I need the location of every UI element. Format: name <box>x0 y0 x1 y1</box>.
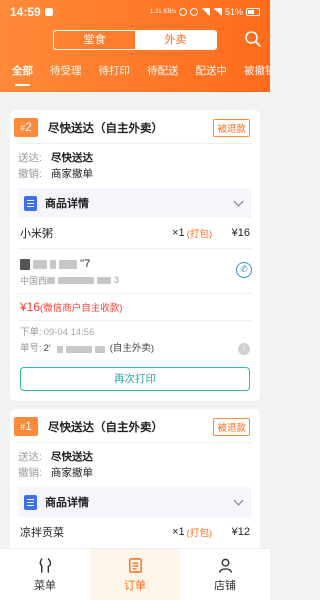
order-item: 凉拌贡菜 ×1 (打包) ¥12 <box>10 517 260 547</box>
tab-pending-delivery[interactable]: 待配送 <box>147 56 179 92</box>
document-icon <box>24 195 37 211</box>
redacted-block <box>56 345 63 353</box>
info-icon[interactable]: i <box>238 343 250 355</box>
customer-name-fragment: ''7 <box>80 258 91 270</box>
item-pack: (打包) <box>186 528 212 539</box>
redacted-block <box>50 259 56 269</box>
order-icon <box>128 557 142 573</box>
segment-dine-in[interactable]: 堂食 <box>54 31 135 49</box>
order-status-tabs: 全部 待受理 待打印 待配送 配送中 被撤销 <box>0 56 270 92</box>
alarm-icon <box>178 8 187 16</box>
product-details-title: 商品详情 <box>45 497 89 509</box>
order-list[interactable]: #2 尽快送达（自主外卖） 被退款 送达: 尽快送达 撤销: 商家撤单 商品详情 小… <box>0 92 270 548</box>
reprint-button[interactable]: 再次打印 <box>20 367 250 391</box>
redacted-block <box>94 345 105 353</box>
chevron-down-icon[interactable] <box>233 196 244 206</box>
item-name: 小米粥 <box>20 228 53 240</box>
order-card: #1 尽快送达（自主外卖） 被退款 送达: 尽快送达 撤销: 商家撤单 商品详情 凉… <box>10 409 260 548</box>
order-item: 小米粥 ×1 (打包) ¥16 <box>10 218 260 248</box>
nav-menu-label: 菜单 <box>34 579 56 592</box>
payment-info: ¥16(微信商户自主收款) <box>10 294 260 320</box>
tab-delivering[interactable]: 配送中 <box>196 56 228 92</box>
deliver-value: 尽快送达 <box>51 451 93 463</box>
nav-orders-label: 订单 <box>124 579 146 592</box>
deliver-label: 送达: <box>18 152 42 164</box>
redacted-block <box>65 345 92 353</box>
order-source: (自主外卖) <box>109 343 155 354</box>
battery-icon <box>246 8 260 16</box>
tab-pending-accept[interactable]: 待受理 <box>50 56 82 92</box>
item-pack: (打包) <box>186 229 212 240</box>
pay-amount: ¥16 <box>20 300 41 314</box>
notification-icon <box>44 8 53 16</box>
order-time: 09-04 14:56 <box>43 327 95 338</box>
cancel-value: 商家撤单 <box>51 467 93 479</box>
customer-info: ''7 中国西 3 ✆ <box>10 249 260 293</box>
tab-cancelled[interactable]: 被撤销 <box>244 56 270 92</box>
order-number-badge: #1 <box>14 417 38 436</box>
redacted-block <box>33 259 47 269</box>
nav-store-label: 店铺 <box>214 579 236 592</box>
nav-store[interactable]: 店铺 <box>180 549 270 600</box>
product-details-title: 商品详情 <box>45 198 89 210</box>
signal-icon <box>212 8 222 16</box>
order-card: #2 尽快送达（自主外卖） 被退款 送达: 尽快送达 撤销: 商家撤单 商品详情 小… <box>10 110 260 401</box>
tab-all[interactable]: 全部 <box>12 56 33 92</box>
redacted-block <box>20 258 30 270</box>
battery-percent: 51% <box>224 7 243 17</box>
order-title: 尽快送达（自主外卖） <box>48 122 163 135</box>
nav-orders[interactable]: 订单 <box>90 549 180 600</box>
bluetooth-icon <box>189 8 198 16</box>
document-icon <box>24 494 37 510</box>
item-qty: ×1 <box>172 227 185 239</box>
network-speed: 1.21 KB/s <box>149 9 176 15</box>
redacted-block <box>97 276 112 284</box>
search-icon[interactable] <box>244 30 262 48</box>
redacted-block <box>59 259 77 269</box>
deliver-value: 尽快送达 <box>51 152 93 164</box>
pay-note: (微信商户自主收款) <box>40 303 123 314</box>
product-details-toggle[interactable]: 商品详情 <box>18 487 252 517</box>
order-title: 尽快送达（自主外卖） <box>48 421 163 434</box>
order-no-prefix: 2' <box>43 343 51 354</box>
cancel-label: 撤销: <box>18 168 42 180</box>
cancel-label: 撤销: <box>18 467 42 479</box>
order-time-label: 下单: <box>20 327 42 338</box>
redacted-block <box>58 276 95 284</box>
item-price: ¥16 <box>231 227 250 239</box>
phone-icon[interactable]: ✆ <box>236 262 252 278</box>
cancel-value: 商家撤单 <box>51 168 93 180</box>
item-name: 凉拌贡菜 <box>20 527 64 539</box>
refunded-badge: 被退款 <box>213 118 250 137</box>
segment-delivery[interactable]: 外卖 <box>135 31 216 49</box>
status-time: 14:59 <box>10 5 41 19</box>
chevron-down-icon[interactable] <box>233 495 244 505</box>
order-number-badge: #2 <box>14 118 38 137</box>
product-details-toggle[interactable]: 商品详情 <box>18 188 252 218</box>
nav-menu[interactable]: 菜单 <box>0 549 90 600</box>
refunded-badge: 被退款 <box>213 417 250 436</box>
item-qty: ×1 <box>172 526 185 538</box>
bottom-nav: 菜单 订单 店铺 <box>0 548 270 600</box>
deliver-label: 送达: <box>18 451 42 463</box>
item-price: ¥12 <box>231 526 250 538</box>
status-bar: 14:59 1.21 KB/s 51% <box>0 0 270 24</box>
dine-delivery-toggle: 堂食 外卖 <box>53 30 217 50</box>
tab-pending-print[interactable]: 待打印 <box>99 56 131 92</box>
customer-address-prefix: 中国西 <box>20 275 48 286</box>
order-no-label: 单号: <box>20 343 42 354</box>
customer-address-suffix: 3 <box>114 275 120 285</box>
app-header: 14:59 1.21 KB/s 51% 堂食 外卖 全部 待受理 待打印 待配送… <box>0 0 270 92</box>
store-icon <box>218 558 232 573</box>
redacted-block <box>47 276 56 284</box>
menu-icon <box>39 557 51 573</box>
wifi-icon <box>200 8 210 16</box>
